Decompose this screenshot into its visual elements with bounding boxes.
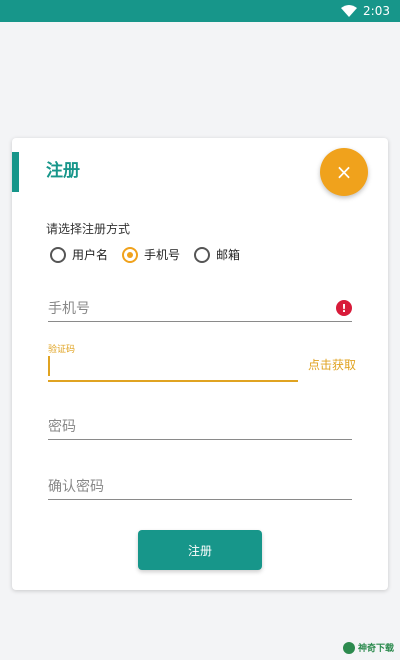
register-method-radio-group: 用户名 手机号 邮箱 bbox=[50, 246, 254, 263]
radio-label: 邮箱 bbox=[216, 248, 241, 262]
register-method-prompt: 请选择注册方式 bbox=[46, 222, 131, 236]
close-button[interactable]: × bbox=[320, 148, 368, 196]
phone-input[interactable]: 手机号 ! bbox=[48, 298, 352, 322]
status-time: 2:03 bbox=[363, 4, 390, 18]
wifi-icon bbox=[341, 5, 358, 17]
status-bar: 2:03 bbox=[0, 0, 400, 22]
watermark-text: 神奇下载 bbox=[357, 644, 394, 654]
error-icon: ! bbox=[336, 300, 352, 316]
register-card: 注册 × 请选择注册方式 用户名 手机号 邮箱 手机号 ! 验证码 点击获取 密… bbox=[12, 138, 388, 590]
confirm-password-placeholder: 确认密码 bbox=[48, 479, 104, 495]
radio-phone[interactable]: 手机号 bbox=[122, 246, 180, 263]
watermark-logo-icon bbox=[342, 641, 355, 654]
phone-placeholder: 手机号 bbox=[48, 301, 90, 317]
text-cursor bbox=[48, 356, 50, 376]
register-button[interactable]: 注册 bbox=[138, 530, 262, 570]
password-placeholder: 密码 bbox=[48, 419, 76, 435]
radio-unchecked-icon bbox=[50, 246, 66, 263]
radio-label: 用户名 bbox=[72, 248, 109, 262]
page-title: 注册 bbox=[46, 161, 80, 181]
radio-unchecked-icon bbox=[194, 246, 211, 263]
get-code-button[interactable]: 点击获取 bbox=[308, 356, 356, 373]
verification-code-input[interactable]: 验证码 bbox=[48, 342, 298, 382]
radio-checked-icon bbox=[122, 246, 139, 263]
confirm-password-input[interactable]: 确认密码 bbox=[48, 476, 352, 500]
close-icon: × bbox=[335, 160, 353, 184]
radio-username[interactable]: 用户名 bbox=[50, 246, 108, 263]
verification-code-label: 验证码 bbox=[48, 345, 76, 355]
radio-email[interactable]: 邮箱 bbox=[194, 246, 240, 263]
watermark: 神奇下载 bbox=[342, 641, 394, 654]
password-input[interactable]: 密码 bbox=[48, 416, 352, 440]
radio-label: 手机号 bbox=[144, 248, 181, 262]
title-accent-bar bbox=[12, 152, 19, 192]
